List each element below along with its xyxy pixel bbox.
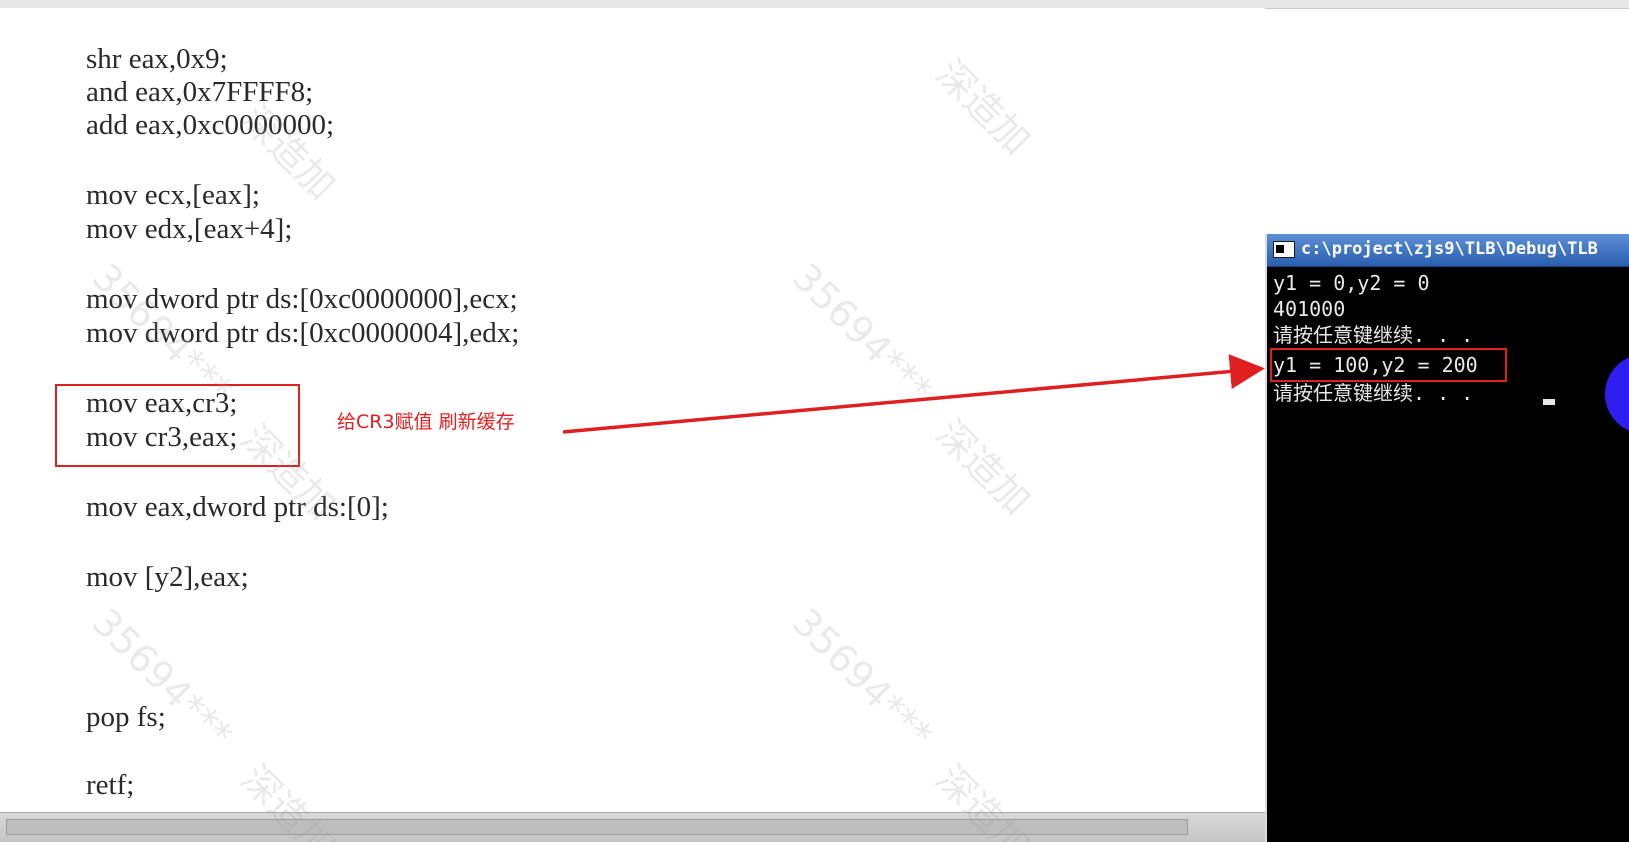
result-highlight-box — [1270, 348, 1507, 382]
code-line: pop fs; — [86, 701, 166, 733]
horizontal-scrollbar[interactable] — [0, 812, 1265, 842]
screenshot-stage: shr eax,0x9; and eax,0x7FFFF8; add eax,0… — [0, 0, 1629, 842]
code-line: mov eax,dword ptr ds:[0]; — [86, 491, 389, 523]
scrollbar-thumb[interactable] — [6, 819, 1188, 835]
console-cursor — [1543, 399, 1555, 405]
console-output-line: 请按任意键继续. . . — [1273, 323, 1474, 347]
console-window[interactable]: c:\project\zjs9\TLB\Debug\TLB y1 = 0,y2 … — [1265, 234, 1629, 842]
code-line: mov edx,[eax+4]; — [86, 213, 293, 245]
code-line: add eax,0xc0000000; — [86, 109, 335, 141]
console-output-line: y1 = 0,y2 = 0 — [1273, 271, 1430, 295]
code-line: shr eax,0x9; — [86, 43, 228, 75]
console-app-icon — [1273, 241, 1295, 258]
annotation-label: 给CR3赋值 刷新缓存 — [337, 411, 515, 433]
console-titlebar[interactable]: c:\project\zjs9\TLB\Debug\TLB — [1267, 234, 1629, 267]
console-title: c:\project\zjs9\TLB\Debug\TLB — [1301, 239, 1598, 259]
console-output-line: 请按任意键继续. . . — [1273, 381, 1474, 405]
code-line: retf; — [86, 769, 135, 801]
cr3-highlight-box — [55, 384, 300, 467]
code-line: and eax,0x7FFFF8; — [86, 76, 314, 108]
code-line: mov dword ptr ds:[0xc0000004],edx; — [86, 317, 520, 349]
code-line: mov dword ptr ds:[0xc0000000],ecx; — [86, 283, 518, 315]
code-line: mov ecx,[eax]; — [86, 179, 260, 211]
code-line: mov [y2],eax; — [86, 561, 249, 593]
console-output-line: 401000 — [1273, 297, 1346, 321]
